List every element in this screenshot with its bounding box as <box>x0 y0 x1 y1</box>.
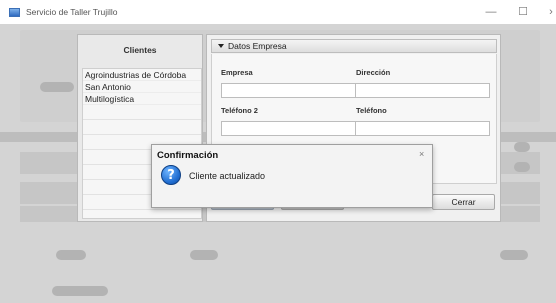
client-list-item[interactable]: San Antonio <box>83 81 201 93</box>
client-list-item[interactable]: Multilogística <box>83 93 201 105</box>
close-button[interactable]: Cerrar <box>432 194 495 210</box>
empresa-field[interactable] <box>221 83 356 98</box>
dialog-title: Confirmación <box>157 150 219 161</box>
maximize-button[interactable]: ☐ <box>512 4 534 20</box>
telefono2-field[interactable] <box>221 121 356 136</box>
background-blurred-element <box>190 250 218 260</box>
question-icon: ? <box>161 165 181 185</box>
window-title: Servicio de Taller Trujillo <box>26 7 118 17</box>
window-titlebar: Servicio de Taller Trujillo — ☐ › <box>0 0 556 24</box>
minimize-button[interactable]: — <box>480 4 502 20</box>
telefono2-label: Teléfono 2 <box>221 106 258 115</box>
tab-datos-empresa[interactable]: Datos Empresa <box>211 39 497 53</box>
background-blurred-element <box>56 250 86 260</box>
direccion-label: Dirección <box>356 68 391 77</box>
empresa-label: Empresa <box>221 68 253 77</box>
client-list-empty-row <box>83 105 201 120</box>
background-blurred-element <box>514 162 530 172</box>
clients-header: Clientes <box>123 45 157 55</box>
telefono-label: Teléfono <box>356 106 387 115</box>
client-list-item[interactable]: Agroindustrias de Córdoba <box>83 69 201 81</box>
dialog-close-icon[interactable]: × <box>419 149 424 159</box>
close-window-button[interactable]: › <box>540 4 556 20</box>
direccion-field[interactable] <box>355 83 490 98</box>
dialog-message: Cliente actualizado <box>189 171 266 181</box>
confirmation-dialog: Confirmación × ? Cliente actualizado <box>151 144 433 208</box>
background-blurred-element <box>514 142 530 152</box>
background-blurred-element <box>40 82 74 92</box>
background-blurred-element <box>500 250 528 260</box>
tab-label: Datos Empresa <box>228 41 287 51</box>
client-list-empty-row <box>83 120 201 135</box>
telefono-field[interactable] <box>355 121 490 136</box>
chevron-down-icon <box>218 44 224 48</box>
app-icon <box>9 8 20 17</box>
background-blurred-element <box>52 286 108 296</box>
